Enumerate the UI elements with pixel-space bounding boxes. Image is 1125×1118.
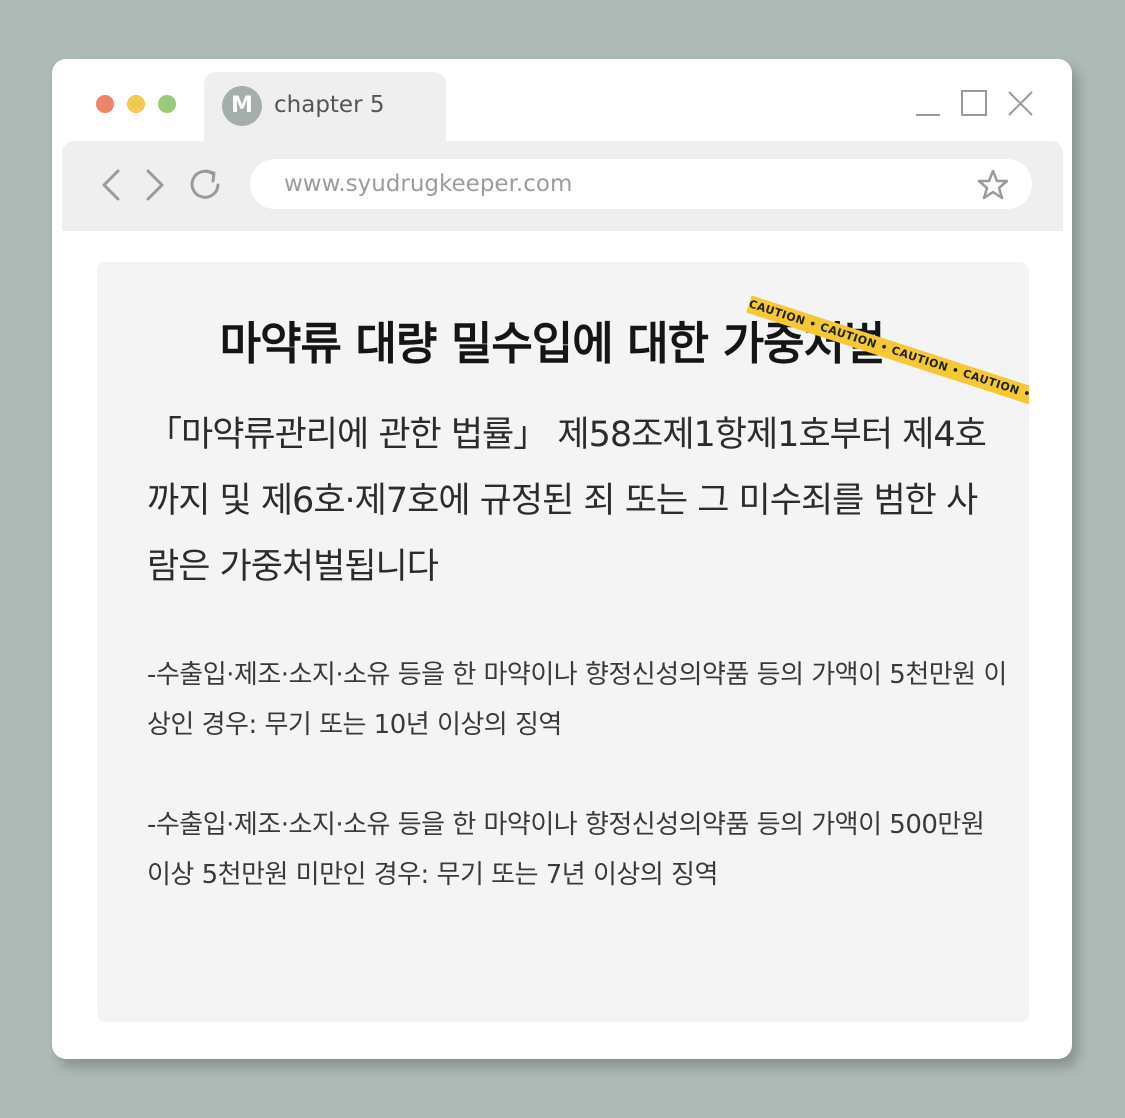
forward-icon[interactable] — [134, 163, 174, 207]
address-bar[interactable]: www.syudrugkeeper.com — [250, 159, 1032, 209]
back-icon[interactable] — [92, 163, 132, 207]
clause-2: -수출입·제조·소지·소유 등을 한 마약이나 향정신성의약품 등의 가액이 5… — [147, 810, 985, 890]
browser-toolbar: www.syudrugkeeper.com — [62, 141, 1063, 231]
intro-paragraph: 「마약류관리에 관한 법률」 제58조제1항제1호부터 제4호까지 및 제6호·… — [147, 415, 987, 587]
window-controls — [914, 83, 1044, 123]
minimize-dot-button[interactable] — [127, 95, 145, 113]
maximize-icon[interactable] — [960, 89, 990, 119]
tab-chapter-5[interactable]: M chapter 5 — [204, 72, 446, 142]
content-card: CAUTION • CAUTION • CAUTION • CAUTION • … — [97, 262, 1029, 1022]
minimize-icon[interactable] — [914, 89, 944, 119]
zoom-dot-button[interactable] — [158, 95, 176, 113]
reload-icon[interactable] — [186, 163, 226, 207]
tab-title: chapter 5 — [274, 92, 385, 118]
close-dot-button[interactable] — [96, 95, 114, 113]
url-text: www.syudrugkeeper.com — [284, 171, 573, 197]
browser-window: M chapter 5 www.syudrugkeeper.com CAUTIO… — [52, 59, 1072, 1059]
close-icon[interactable] — [1006, 89, 1036, 119]
clause-1: -수출입·제조·소지·소유 등을 한 마약이나 향정신성의약품 등의 가액이 5… — [147, 660, 1007, 740]
tab-favicon: M — [222, 86, 262, 126]
bookmark-star-icon[interactable] — [976, 168, 1010, 202]
